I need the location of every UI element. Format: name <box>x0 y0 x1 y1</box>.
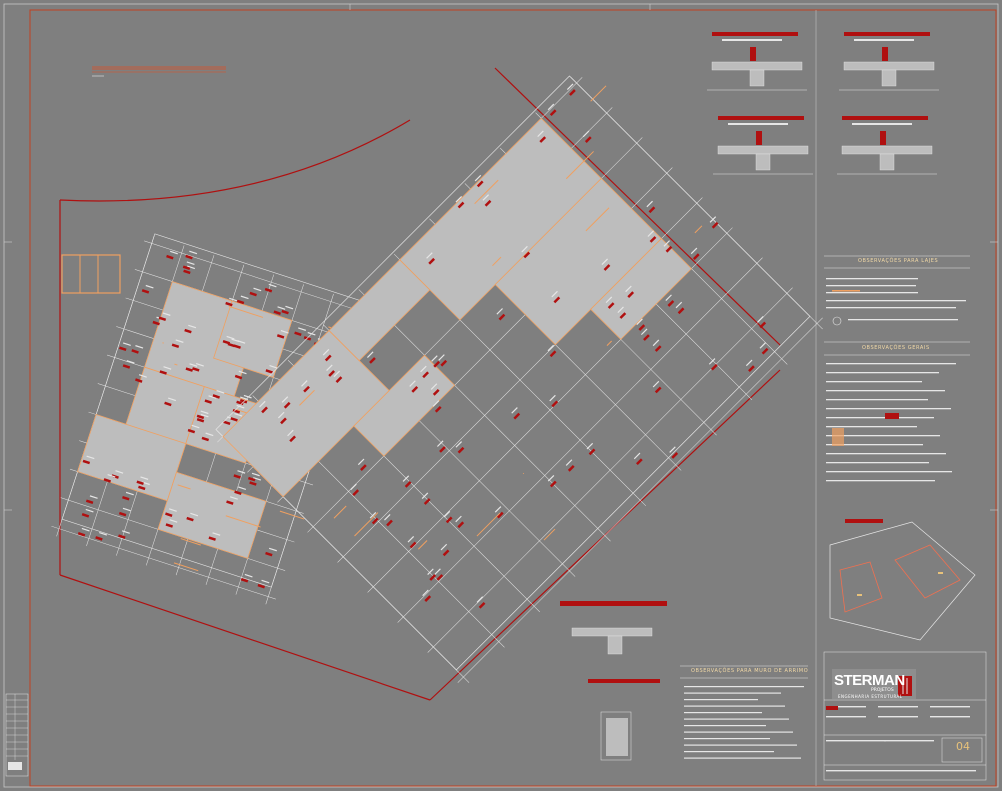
general-notes-title: OBSERVAÇÕES GERAIS <box>862 345 930 351</box>
slab-notes-panel <box>824 255 970 326</box>
retaining-wall-notes <box>680 665 808 759</box>
property-boundary-south <box>59 574 431 701</box>
property-boundary-arc <box>59 119 411 202</box>
key-map <box>829 519 976 641</box>
retaining-wall-notes-title: OBSERVAÇÕES PARA MURO DE ARRIMO <box>691 668 809 674</box>
brand-sub-projects: PROJETOS <box>871 688 894 693</box>
slab-notes-title: OBSERVAÇÕES PARA LAJES <box>858 258 939 264</box>
revision-table <box>5 693 29 777</box>
section-details <box>707 32 939 175</box>
brand-logo-text: STERMAN <box>834 672 905 689</box>
entrance-boxes <box>61 254 121 294</box>
brand-sub-engineering: ENGENHARIA ESTRUTURAL <box>838 694 903 699</box>
plan-title <box>92 66 226 77</box>
right-building-plan <box>215 75 823 683</box>
property-boundary-southeast <box>429 369 781 701</box>
wall-section-detail <box>560 601 667 761</box>
general-notes-panel <box>824 341 970 482</box>
sheet-number: 04 <box>956 740 970 753</box>
